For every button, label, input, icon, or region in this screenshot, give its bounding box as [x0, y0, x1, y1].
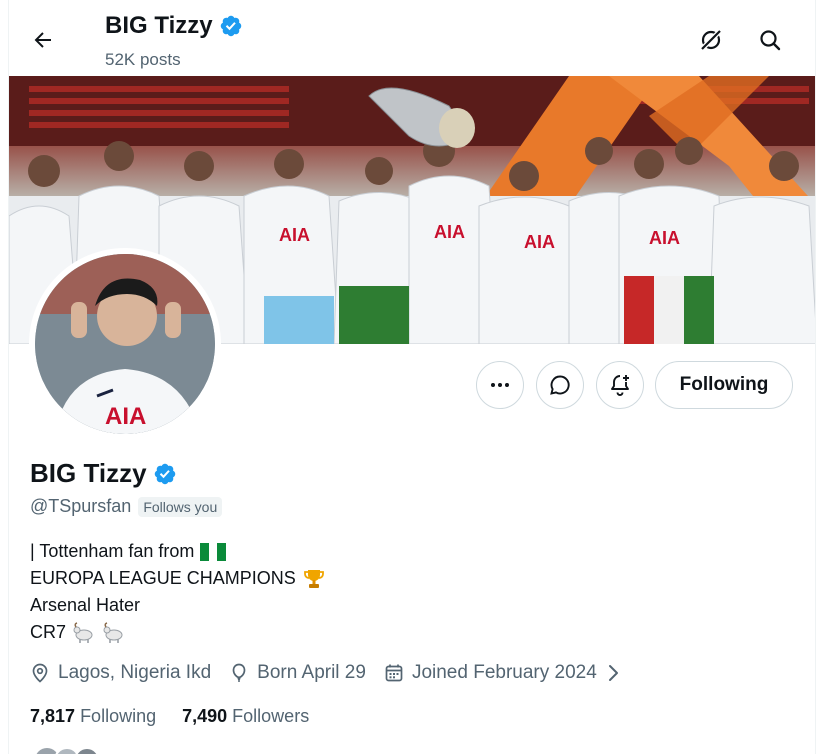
svg-text:AIA: AIA [524, 232, 555, 252]
message-icon [550, 375, 570, 395]
followers-label: Followers [232, 706, 310, 726]
profile-name-row: BIG Tizzy [30, 458, 177, 489]
joined-text: Joined February 2024 [411, 662, 597, 683]
header-post-count: 52K posts [105, 50, 181, 69]
follow-stats: 7,817 Following 7,490 Followers [30, 706, 309, 727]
birthday-item: Born April 29 [229, 662, 366, 684]
back-button[interactable] [25, 22, 61, 58]
goat-icon [103, 621, 123, 643]
more-icon [491, 383, 509, 387]
following-link[interactable]: 7,817 Following [30, 706, 156, 727]
profile-handle: @TSpursfan [30, 496, 132, 516]
chevron-right-icon [608, 665, 618, 681]
location-pin-icon [32, 663, 48, 683]
grok-icon [701, 30, 721, 50]
calendar-icon [385, 664, 403, 682]
follows-you-badge: Follows you [138, 496, 223, 517]
bell-plus-icon [611, 375, 629, 396]
profile-avatar[interactable]: AIA [29, 248, 221, 440]
more-button[interactable] [476, 361, 524, 409]
profile-name: BIG Tizzy [30, 458, 147, 488]
notify-button[interactable] [596, 361, 644, 409]
profile-bio: | Tottenham fan from EUROPA LEAGUE CHAMP… [30, 538, 326, 646]
trophy-icon [303, 569, 324, 588]
header-title: BIG Tizzy [105, 12, 243, 40]
birthday-text: Born April 29 [257, 662, 366, 683]
location-text: Lagos, Nigeria Ikd [58, 662, 212, 683]
goat-icon [73, 621, 93, 643]
following-button[interactable]: Following [655, 361, 793, 409]
handle-row: @TSpursfan Follows you [30, 496, 223, 517]
svg-text:AIA: AIA [105, 403, 146, 430]
bio-line: | Tottenham fan from [30, 538, 326, 565]
profile-meta: Lagos, Nigeria Ikd Born April 29 Joined … [30, 662, 621, 684]
followed-by-avatars[interactable] [33, 746, 103, 754]
message-button[interactable] [536, 361, 584, 409]
svg-text:AIA: AIA [649, 228, 680, 248]
location-item: Lagos, Nigeria Ikd [30, 662, 211, 684]
search-button[interactable] [752, 22, 788, 58]
followers-link[interactable]: 7,490 Followers [182, 706, 309, 727]
followers-count: 7,490 [182, 706, 228, 726]
balloon-icon [232, 663, 246, 682]
profile-header: BIG Tizzy 52K posts [9, 0, 815, 76]
header-name: BIG Tizzy [105, 12, 213, 39]
bio-line: EUROPA LEAGUE CHAMPIONS [30, 565, 326, 592]
following-count: 7,817 [30, 706, 76, 726]
bio-line: Arsenal Hater [30, 595, 141, 615]
verified-badge-icon[interactable] [153, 462, 177, 486]
following-label: Following [80, 706, 157, 726]
svg-text:AIA: AIA [279, 225, 310, 245]
verified-badge-icon [219, 14, 243, 38]
grok-button[interactable] [693, 22, 729, 58]
joined-item[interactable]: Joined February 2024 [384, 662, 621, 684]
back-arrow-icon [34, 32, 51, 48]
bio-line: CR7 [30, 619, 326, 646]
nigeria-flag-icon [200, 542, 227, 561]
svg-text:AIA: AIA [434, 222, 465, 242]
profile-page: BIG Tizzy 52K posts AIA AIA AIA AIA AIA … [8, 0, 816, 754]
search-icon [760, 30, 781, 51]
